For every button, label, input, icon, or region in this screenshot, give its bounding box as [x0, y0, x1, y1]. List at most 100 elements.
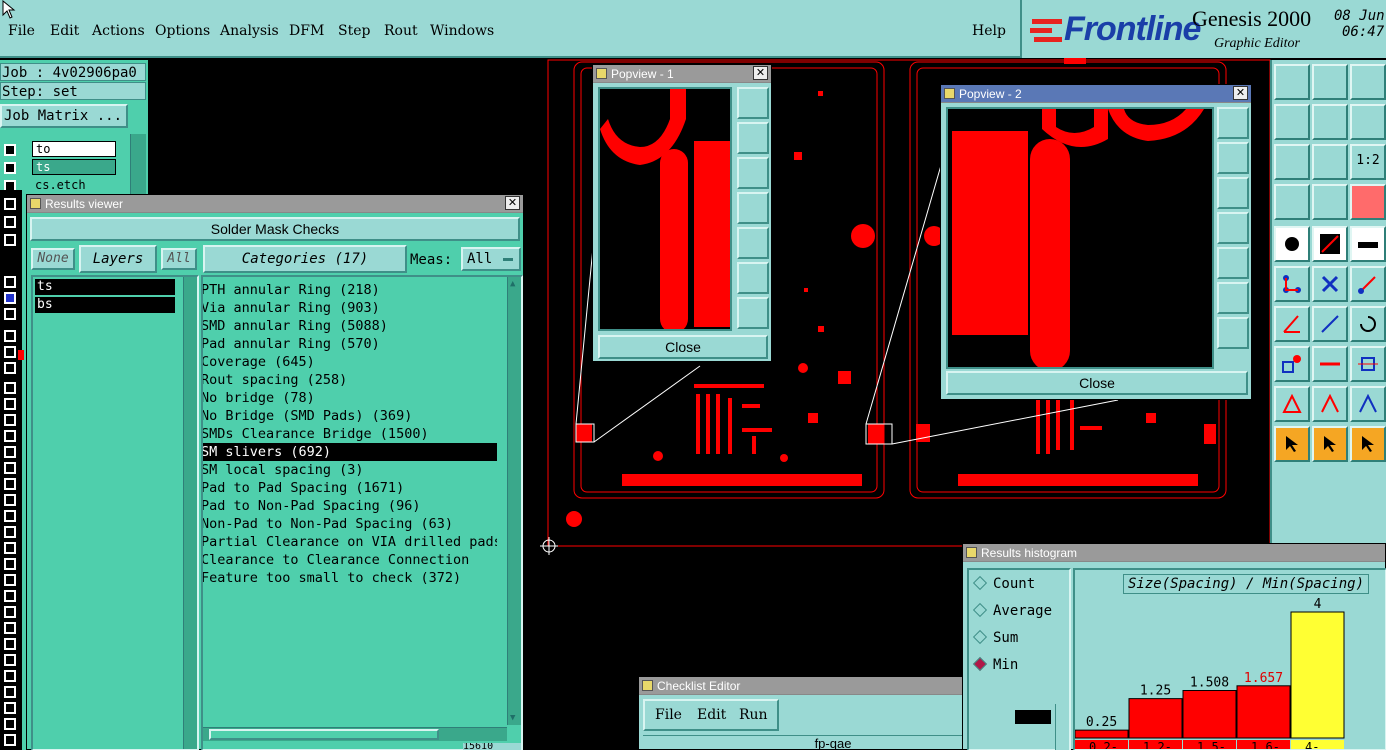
layer-checkbox[interactable]: [4, 216, 16, 228]
scroll-down-icon[interactable]: ▼: [510, 713, 515, 723]
add-pad-icon[interactable]: [1274, 226, 1310, 262]
checklist-menu-edit[interactable]: Edit: [697, 707, 726, 723]
zoom-in-icon[interactable]: [1274, 144, 1310, 180]
job-matrix-button[interactable]: Job Matrix ...: [0, 104, 128, 128]
zoom-fit-icon[interactable]: [1217, 107, 1249, 139]
histogram-scrollbar[interactable]: [1055, 704, 1069, 750]
meas-select[interactable]: All: [461, 247, 521, 271]
mode-sum[interactable]: Sum: [972, 629, 1018, 646]
undo-view-icon[interactable]: [1350, 104, 1386, 140]
menu-file[interactable]: File: [8, 23, 35, 39]
layer-checkbox[interactable]: [4, 330, 16, 342]
menu-options[interactable]: Options: [155, 23, 210, 39]
move-left-icon[interactable]: [1274, 104, 1310, 140]
category-item[interactable]: Pad to Pad Spacing (1671): [203, 479, 497, 497]
move-up-icon[interactable]: [1274, 64, 1310, 100]
category-item[interactable]: Partial Clearance on VIA drilled pads: [203, 533, 497, 551]
cross-icon[interactable]: [1312, 266, 1348, 302]
layer-checkbox[interactable]: [4, 494, 16, 506]
select-pointer-alt-icon[interactable]: [1312, 426, 1348, 462]
layer-checkbox[interactable]: [4, 276, 16, 288]
mode-count[interactable]: Count: [972, 575, 1035, 592]
categories-button[interactable]: Categories (17): [203, 245, 407, 273]
layer-item-cs-etch[interactable]: cs.etch: [32, 178, 116, 194]
window-menu-icon[interactable]: [966, 547, 977, 558]
layer-checkbox[interactable]: [4, 398, 16, 410]
checklist-menu-run[interactable]: Run: [739, 707, 768, 723]
layer-checkbox[interactable]: [4, 670, 16, 682]
add-line-icon[interactable]: [1312, 226, 1348, 262]
layer-checkbox[interactable]: [4, 414, 16, 426]
layer-checkbox[interactable]: [4, 478, 16, 490]
histogram-bar[interactable]: [1236, 685, 1291, 739]
histogram-bar[interactable]: [1128, 698, 1183, 739]
window-menu-icon[interactable]: [944, 88, 955, 99]
zoom-out-icon[interactable]: [1312, 144, 1348, 180]
layer-item-ts[interactable]: ts: [32, 159, 116, 175]
pan-up-icon[interactable]: [737, 122, 769, 154]
all-layers-button[interactable]: All: [161, 248, 197, 270]
category-item[interactable]: Feature too small to check (372): [203, 569, 497, 587]
pan-left-icon[interactable]: [737, 192, 769, 224]
layers-button[interactable]: Layers: [79, 245, 157, 273]
histogram-bar[interactable]: [1075, 729, 1129, 739]
layer-checkbox[interactable]: [4, 362, 16, 374]
scroll-up-icon[interactable]: ▲: [510, 279, 515, 289]
layer-checkbox[interactable]: [4, 446, 16, 458]
categories-scrollbar[interactable]: ▲ ▼: [507, 277, 521, 725]
popview-1-close-button[interactable]: Close: [598, 335, 768, 359]
category-item[interactable]: Non-Pad to Non-Pad Spacing (63): [203, 515, 497, 533]
category-item[interactable]: No Bridge (SMD Pads) (369): [203, 407, 497, 425]
connect-icon[interactable]: [1274, 266, 1310, 302]
home-icon[interactable]: [1350, 64, 1386, 100]
select-pointer-icon[interactable]: [1274, 426, 1310, 462]
angle-icon[interactable]: [1274, 306, 1310, 342]
popview-2-titlebar[interactable]: Popview - 2 ✕: [941, 85, 1251, 103]
layer-checkbox[interactable]: [4, 292, 16, 304]
menu-actions[interactable]: Actions: [92, 23, 145, 39]
layer-checkbox[interactable]: [4, 382, 16, 394]
results-histogram-titlebar[interactable]: Results histogram: [963, 544, 1385, 562]
popview-2-close-button[interactable]: Close: [946, 371, 1248, 395]
category-item[interactable]: SM slivers (692): [203, 443, 497, 461]
layer-checkbox[interactable]: [4, 590, 16, 602]
results-viewer-titlebar[interactable]: Results viewer ✕: [27, 195, 523, 213]
popview-1-canvas[interactable]: [598, 87, 732, 331]
measure-icon[interactable]: [1274, 184, 1310, 220]
menu-dfm[interactable]: DFM: [289, 23, 324, 39]
pan-down-icon[interactable]: [737, 157, 769, 189]
category-item[interactable]: Pad to Non-Pad Spacing (96): [203, 497, 497, 515]
triangle-alt-icon[interactable]: [1312, 386, 1348, 422]
layer-checkbox[interactable]: [4, 654, 16, 666]
pan-right-icon[interactable]: [737, 227, 769, 259]
layer-checkbox[interactable]: [4, 346, 16, 358]
layer-checkbox[interactable]: [4, 198, 16, 210]
close-icon[interactable]: ✕: [1233, 86, 1248, 100]
categories-hscrollbar[interactable]: [203, 727, 507, 741]
zoom-in-icon[interactable]: [1217, 282, 1249, 314]
layer-checkbox[interactable]: [4, 144, 16, 156]
snap-icon[interactable]: [1350, 184, 1386, 220]
none-button[interactable]: None: [31, 248, 75, 270]
menu-step[interactable]: Step: [338, 23, 370, 39]
category-item[interactable]: Pad annular Ring (570): [203, 335, 497, 353]
mode-average[interactable]: Average: [972, 602, 1052, 619]
menu-windows[interactable]: Windows: [430, 23, 494, 39]
layer-checkbox[interactable]: [4, 622, 16, 634]
pan-up-icon[interactable]: [1217, 142, 1249, 174]
mode-min[interactable]: Min: [972, 656, 1018, 673]
triangle-blue-icon[interactable]: [1350, 386, 1386, 422]
layer-checkbox[interactable]: [4, 162, 16, 174]
list-item[interactable]: ts: [35, 279, 175, 295]
arrow-line-icon[interactable]: [1350, 266, 1386, 302]
slash-icon[interactable]: [1312, 306, 1348, 342]
layer-checkbox[interactable]: [4, 526, 16, 538]
checklist-menu-file[interactable]: File: [655, 707, 682, 723]
layer-checkbox[interactable]: [4, 558, 16, 570]
layer-checkbox[interactable]: [4, 430, 16, 442]
layers-scrollbar[interactable]: [183, 277, 197, 749]
move-down-icon[interactable]: [1312, 64, 1348, 100]
layer-checkbox[interactable]: [4, 686, 16, 698]
category-item[interactable]: Via annular Ring (903): [203, 299, 497, 317]
close-icon[interactable]: ✕: [505, 196, 520, 210]
